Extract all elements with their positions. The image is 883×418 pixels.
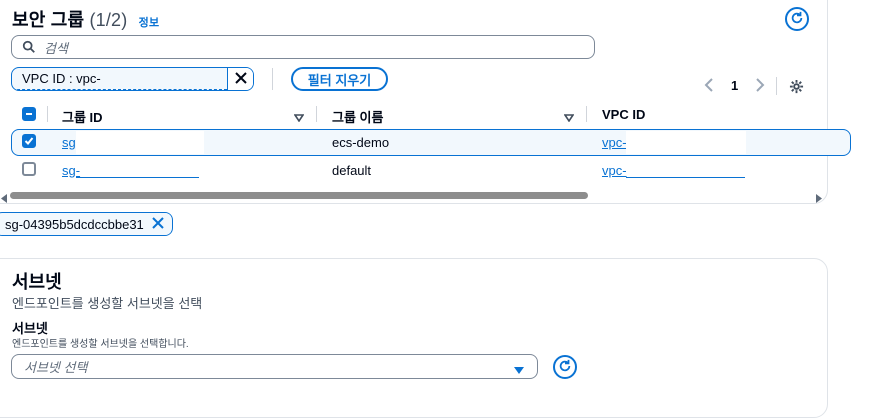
search-icon — [22, 40, 36, 54]
row-checkbox[interactable] — [22, 162, 36, 176]
current-page[interactable]: 1 — [731, 78, 738, 93]
subnet-refresh-button[interactable] — [553, 355, 577, 379]
redaction — [76, 131, 204, 154]
select-all-checkbox[interactable] — [22, 107, 36, 121]
sort-down-icon[interactable] — [293, 110, 305, 125]
sort-down-icon[interactable] — [563, 110, 575, 125]
pagination-divider — [776, 77, 777, 95]
close-icon — [234, 71, 247, 87]
header-divider — [586, 106, 587, 122]
subnet-section-title: 서브넷 — [12, 272, 62, 292]
selected-group-token-text: sg-04395b5dcdccbbe31 — [5, 216, 144, 232]
info-link[interactable]: 정보 — [139, 17, 160, 29]
group-name-cell: ecs-demo — [332, 135, 390, 150]
refresh-button[interactable] — [785, 7, 809, 31]
remove-token-button[interactable] — [145, 213, 171, 235]
subnet-select[interactable]: 서브넷 선택 — [11, 354, 538, 379]
subnet-select-placeholder: 서브넷 선택 — [24, 360, 88, 375]
link-underline — [76, 177, 199, 178]
vpc-id-link[interactable]: vpc- — [602, 163, 627, 178]
link-underline — [626, 177, 745, 178]
redaction — [626, 131, 746, 154]
page-title: 보안 그룹 (1/2) 정보 — [12, 6, 159, 32]
column-header-group-name[interactable]: 그룹 이름 — [332, 107, 383, 126]
subnet-section-description: 엔드포인트를 생성할 서브넷을 선택 — [12, 296, 203, 311]
header-divider — [47, 106, 48, 122]
prev-page-icon[interactable] — [704, 78, 714, 95]
refresh-icon — [558, 359, 572, 376]
filter-token-text: VPC ID : vpc- — [12, 68, 228, 90]
divider — [272, 68, 273, 90]
selected-group-token[interactable]: sg-04395b5dcdccbbe31 — [0, 212, 173, 236]
header-divider — [316, 106, 317, 122]
settings-gear-icon[interactable] — [789, 79, 804, 97]
subnet-field-description: 엔드포인트를 생성할 서브넷을 선택합니다. — [12, 339, 189, 350]
filter-token[interactable]: VPC ID : vpc- — [11, 67, 254, 91]
column-header-group-id[interactable]: 그룹 ID — [62, 107, 103, 126]
vpc-id-link[interactable]: vpc- — [602, 135, 627, 150]
next-page-icon[interactable] — [755, 78, 765, 95]
caret-down-icon — [514, 363, 524, 378]
group-name-cell: default — [332, 163, 372, 178]
clear-filters-button[interactable]: 필터 지우기 — [291, 67, 388, 91]
group-id-link[interactable]: sg- — [62, 163, 80, 178]
horizontal-scrollbar-thumb[interactable] — [10, 192, 588, 199]
scroll-left-icon[interactable] — [1, 191, 8, 206]
search-placeholder: 검색 — [44, 40, 68, 56]
scroll-right-icon[interactable] — [815, 191, 822, 206]
column-header-vpc-id[interactable]: VPC ID — [602, 107, 645, 122]
row-checkbox[interactable] — [22, 134, 36, 148]
refresh-icon — [790, 11, 804, 28]
selection-count: (1/2) — [89, 10, 128, 30]
remove-filter-button[interactable] — [227, 68, 253, 90]
close-icon — [152, 216, 164, 232]
search-input[interactable]: 검색 — [11, 35, 595, 59]
title-text: 보안 그룹 — [12, 10, 85, 30]
